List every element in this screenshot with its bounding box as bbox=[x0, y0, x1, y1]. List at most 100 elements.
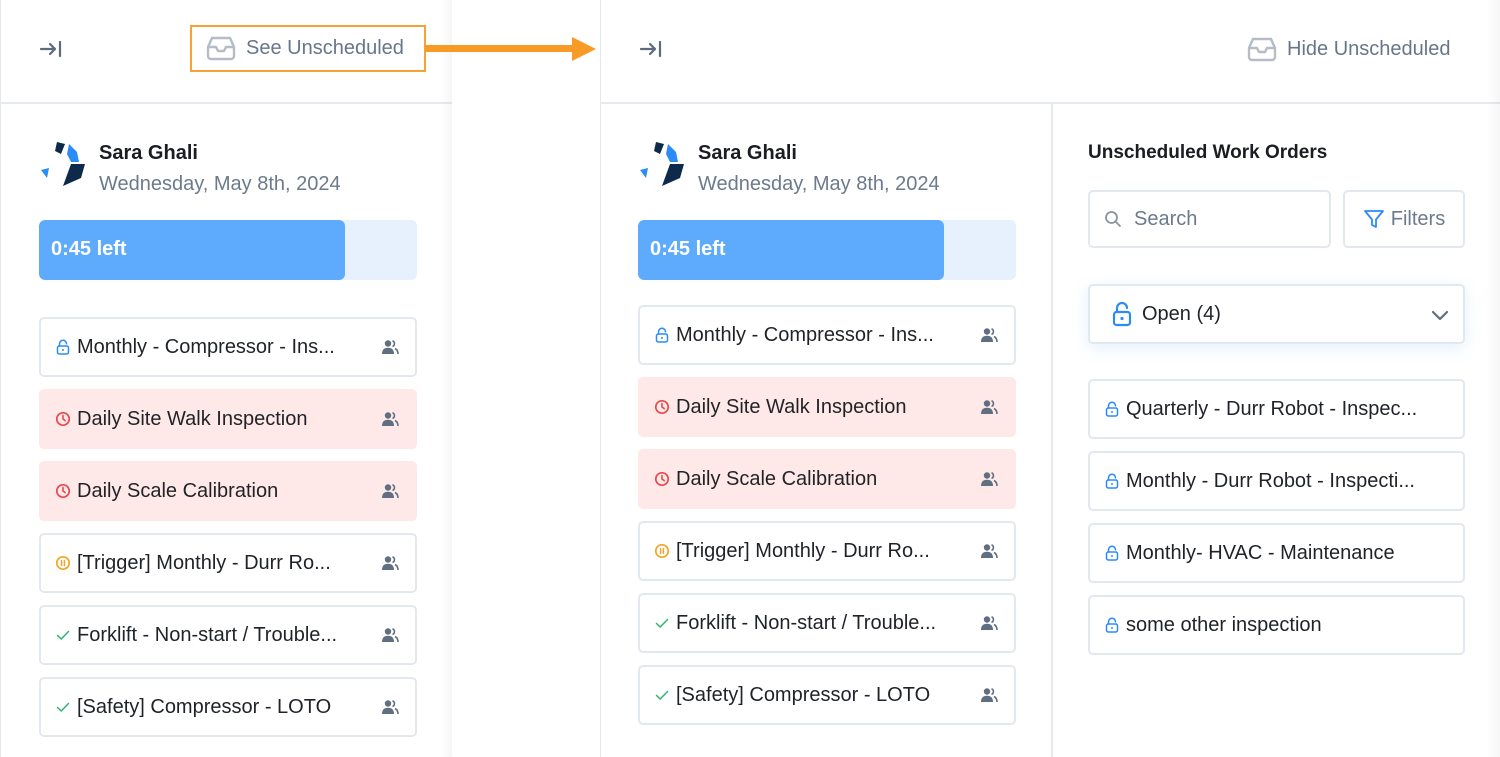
work-order-title: Quarterly - Durr Robot - Inspec... bbox=[1126, 397, 1418, 420]
time-remaining-bar: 0:45 left bbox=[638, 220, 1016, 280]
technician-name: Sara Ghali bbox=[698, 142, 797, 164]
work-order-item[interactable]: some other inspection bbox=[1088, 595, 1465, 655]
schedule-date: Wednesday, May 8th, 2024 bbox=[99, 173, 341, 195]
technician-schedule: Sara Ghali Wednesday, May 8th, 2024 0:45… bbox=[39, 104, 417, 737]
unlock-icon bbox=[1104, 617, 1120, 633]
clock-icon bbox=[654, 399, 670, 415]
unlock-icon bbox=[1104, 473, 1120, 489]
schedule-date: Wednesday, May 8th, 2024 bbox=[698, 173, 940, 195]
work-order-item[interactable]: Daily Scale Calibration bbox=[39, 461, 417, 521]
panel-header: Hide Unscheduled bbox=[601, 0, 1500, 104]
unscheduled-title: Unscheduled Work Orders bbox=[1088, 142, 1328, 163]
work-order-title: [Trigger] Monthly - Durr Ro... bbox=[77, 551, 331, 574]
work-order-item[interactable]: [Trigger] Monthly - Durr Ro... bbox=[638, 521, 1016, 581]
work-order-item[interactable]: Daily Scale Calibration bbox=[638, 449, 1016, 509]
scheduled-work-orders: Monthly - Compressor - Ins... Daily Site … bbox=[638, 305, 1016, 737]
work-order-item[interactable]: Forklift - Non-start / Trouble... bbox=[638, 593, 1016, 653]
users-icon[interactable] bbox=[980, 399, 998, 415]
filters-label: Filters bbox=[1390, 207, 1446, 230]
hide-unscheduled-button[interactable]: Hide Unscheduled bbox=[1247, 36, 1450, 62]
collapse-right-icon bbox=[39, 40, 62, 58]
panel-header: See Unscheduled bbox=[1, 0, 452, 104]
collapse-right-icon bbox=[639, 40, 662, 58]
unlock-icon bbox=[55, 339, 71, 355]
unscheduled-work-order-list: Quarterly - Durr Robot - Inspec... Monthl… bbox=[1088, 379, 1465, 667]
hide-unscheduled-label: Hide Unscheduled bbox=[1287, 37, 1451, 60]
collapse-panel-button[interactable] bbox=[638, 36, 666, 62]
clock-icon bbox=[654, 471, 670, 487]
users-icon[interactable] bbox=[381, 483, 399, 499]
avatar bbox=[640, 142, 684, 186]
users-icon[interactable] bbox=[381, 627, 399, 643]
users-icon[interactable] bbox=[980, 543, 998, 559]
work-order-item[interactable]: Monthly - Durr Robot - Inspecti... bbox=[1088, 451, 1465, 511]
work-order-title: [Safety] Compressor - LOTO bbox=[676, 683, 931, 706]
work-order-item[interactable]: [Safety] Compressor - LOTO bbox=[39, 677, 417, 737]
work-order-title: [Safety] Compressor - LOTO bbox=[77, 695, 332, 718]
work-order-item[interactable]: Monthly - Compressor - Ins... bbox=[638, 305, 1016, 365]
work-order-item[interactable]: Monthly- HVAC - Maintenance bbox=[1088, 523, 1465, 583]
pause-circle-icon bbox=[55, 555, 71, 571]
time-remaining-label: 0:45 left bbox=[51, 238, 127, 260]
clock-icon bbox=[55, 483, 71, 499]
work-order-item[interactable]: Quarterly - Durr Robot - Inspec... bbox=[1088, 379, 1465, 439]
work-order-title: Forklift - Non-start / Trouble... bbox=[77, 623, 338, 646]
work-order-item[interactable]: Daily Site Walk Inspection bbox=[39, 389, 417, 449]
users-icon[interactable] bbox=[980, 687, 998, 703]
check-icon bbox=[55, 699, 71, 715]
work-order-item[interactable]: Monthly - Compressor - Ins... bbox=[39, 317, 417, 377]
technician-schedule: Sara Ghali Wednesday, May 8th, 2024 0:45… bbox=[638, 104, 1016, 725]
chevron-down-icon bbox=[1431, 310, 1449, 321]
work-order-title: Monthly - Compressor - Ins... bbox=[77, 335, 335, 358]
avatar bbox=[41, 142, 85, 186]
annotation-arrow-head bbox=[572, 37, 596, 61]
status-filter-value: Open (4) bbox=[1142, 302, 1221, 325]
work-order-item[interactable]: [Trigger] Monthly - Durr Ro... bbox=[39, 533, 417, 593]
search-icon bbox=[1105, 211, 1121, 227]
work-order-title: Monthly - Durr Robot - Inspecti... bbox=[1126, 469, 1415, 492]
work-order-title: Daily Scale Calibration bbox=[77, 479, 279, 502]
technician-header: Sara Ghali Wednesday, May 8th, 2024 bbox=[39, 104, 417, 200]
work-order-title: Daily Site Walk Inspection bbox=[77, 407, 308, 430]
technician-header: Sara Ghali Wednesday, May 8th, 2024 bbox=[638, 104, 1016, 200]
time-remaining-label: 0:45 left bbox=[650, 238, 726, 260]
unlock-icon bbox=[654, 327, 670, 343]
work-order-title: Monthly - Compressor - Ins... bbox=[676, 323, 934, 346]
work-order-item[interactable]: Forklift - Non-start / Trouble... bbox=[39, 605, 417, 665]
work-order-title: Daily Scale Calibration bbox=[676, 467, 878, 490]
work-order-title: Monthly- HVAC - Maintenance bbox=[1126, 541, 1395, 564]
check-icon bbox=[654, 687, 670, 703]
unlock-icon bbox=[1104, 545, 1120, 561]
check-icon bbox=[654, 615, 670, 631]
schedule-panel-before: See Unscheduled Sara Ghali Wednesday, Ma… bbox=[0, 0, 452, 757]
filters-button[interactable]: Filters bbox=[1343, 190, 1465, 248]
status-filter-dropdown[interactable]: Open (4) bbox=[1088, 284, 1465, 344]
clock-icon bbox=[55, 411, 71, 427]
users-icon[interactable] bbox=[381, 339, 399, 355]
users-icon[interactable] bbox=[980, 327, 998, 343]
users-icon[interactable] bbox=[381, 411, 399, 427]
check-icon bbox=[55, 627, 71, 643]
scheduled-work-orders: Monthly - Compressor - Ins... Daily Site … bbox=[39, 317, 417, 749]
users-icon[interactable] bbox=[381, 699, 399, 715]
work-order-title: some other inspection bbox=[1126, 613, 1322, 636]
annotation-arrow-line bbox=[425, 45, 575, 52]
unlock-icon bbox=[1112, 301, 1132, 327]
filter-icon bbox=[1363, 210, 1384, 228]
work-order-item[interactable]: Daily Site Walk Inspection bbox=[638, 377, 1016, 437]
users-icon[interactable] bbox=[980, 471, 998, 487]
technician-name: Sara Ghali bbox=[99, 142, 198, 164]
collapse-panel-button[interactable] bbox=[38, 36, 66, 62]
search-field[interactable] bbox=[1088, 190, 1331, 248]
pane-divider bbox=[1051, 104, 1053, 757]
search-input[interactable] bbox=[1134, 207, 1304, 231]
unlock-icon bbox=[1104, 401, 1120, 417]
work-order-title: Daily Site Walk Inspection bbox=[676, 395, 907, 418]
work-order-title: Forklift - Non-start / Trouble... bbox=[676, 611, 937, 634]
users-icon[interactable] bbox=[980, 615, 998, 631]
work-order-item[interactable]: [Safety] Compressor - LOTO bbox=[638, 665, 1016, 725]
annotation-highlight-box bbox=[190, 25, 426, 72]
users-icon[interactable] bbox=[381, 555, 399, 571]
schedule-panel-after: Hide Unscheduled Sara Ghali Wednesday, M… bbox=[600, 0, 1500, 757]
pause-circle-icon bbox=[654, 543, 670, 559]
